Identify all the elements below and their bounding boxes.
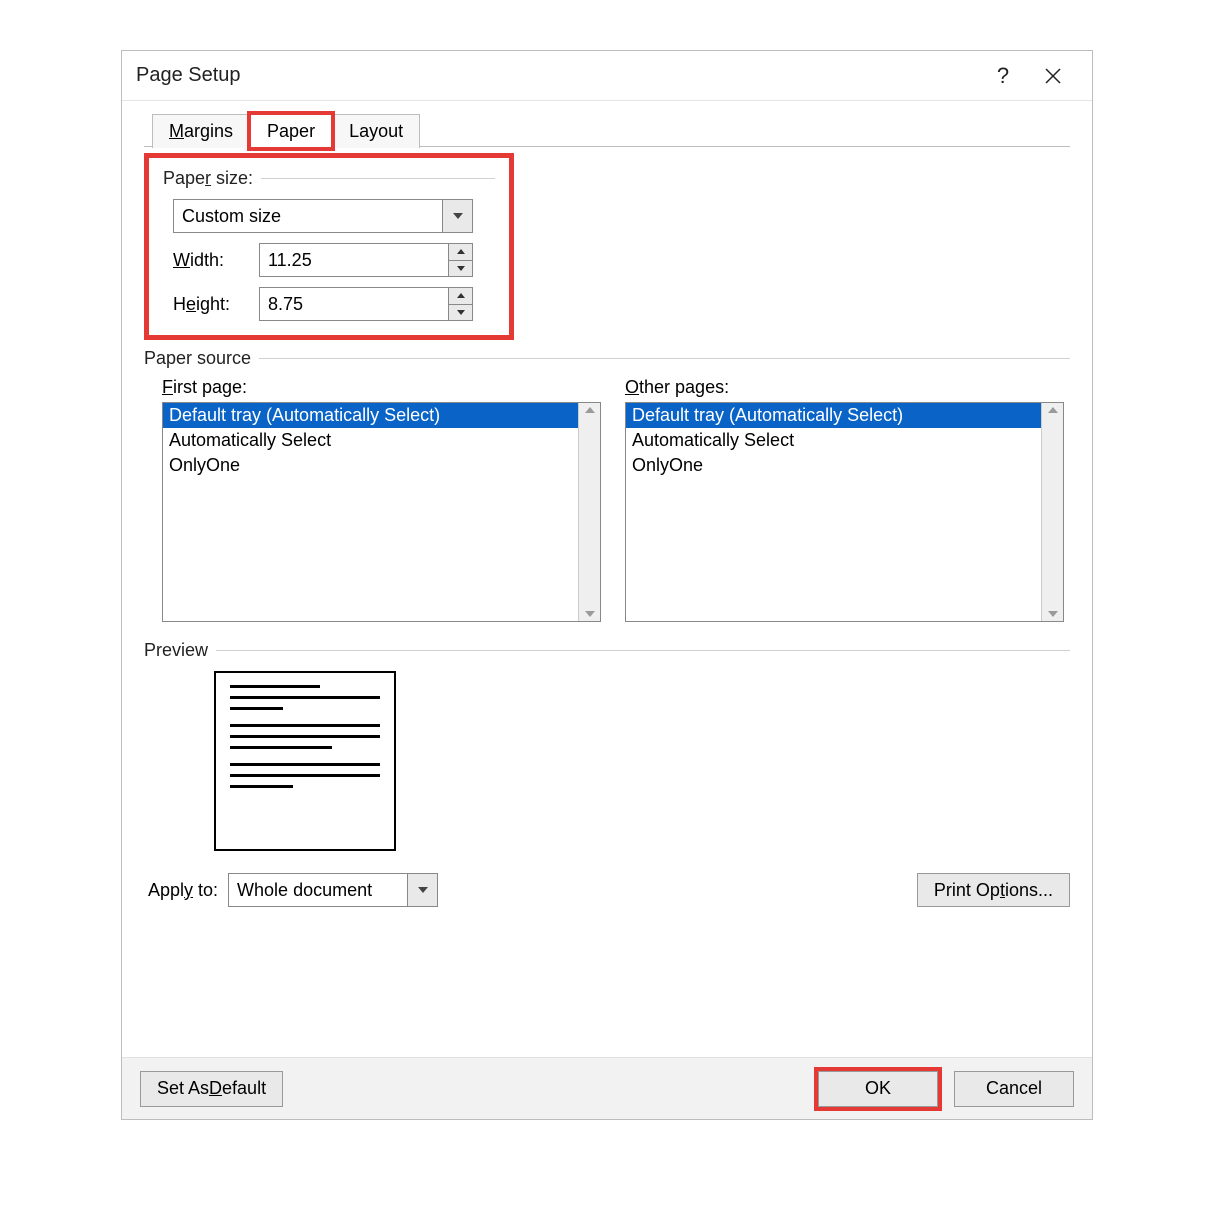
tab-paper[interactable]: Paper <box>250 114 332 148</box>
first-page-col: First page: Default tray (Automatically … <box>162 377 601 622</box>
width-label: Width: <box>173 250 259 271</box>
other-pages-scrollbar[interactable] <box>1041 403 1063 621</box>
paper-source-label-row: Paper source <box>144 348 1070 369</box>
width-spin-buttons <box>448 244 472 276</box>
other-pages-listbox[interactable]: Default tray (Automatically Select) Auto… <box>625 402 1064 622</box>
first-page-listbox[interactable]: Default tray (Automatically Select) Auto… <box>162 402 601 622</box>
scroll-up-icon <box>1048 407 1058 413</box>
width-spin-down[interactable] <box>449 261 472 277</box>
tab-layout[interactable]: Layout <box>332 114 420 148</box>
preview-label-row: Preview <box>144 640 1070 661</box>
scroll-down-icon <box>585 611 595 617</box>
preview-label: Preview <box>144 640 208 661</box>
apply-to-row: Apply to: Whole document Print Options..… <box>144 873 1070 907</box>
height-spin-up[interactable] <box>449 288 472 305</box>
list-item[interactable]: Default tray (Automatically Select) <box>163 403 578 428</box>
list-item[interactable]: OnlyOne <box>163 453 578 478</box>
apply-to-dropdown-button[interactable] <box>407 874 437 906</box>
cancel-button[interactable]: Cancel <box>954 1071 1074 1107</box>
triangle-down-icon <box>457 266 465 271</box>
print-options-button[interactable]: Print Options... <box>917 873 1070 907</box>
ok-button[interactable]: OK <box>818 1071 938 1107</box>
set-as-default-button[interactable]: Set As Default <box>140 1071 283 1107</box>
help-button[interactable]: ? <box>978 56 1028 96</box>
paper-source-label: Paper source <box>144 348 251 369</box>
other-pages-label: Other pages: <box>625 377 1064 398</box>
paper-size-dropdown-button[interactable] <box>442 200 472 232</box>
height-input[interactable]: 8.75 <box>259 287 473 321</box>
paper-source-group: Paper source First page: Default tray (A… <box>144 348 1070 622</box>
page-setup-dialog: Page Setup ? Margins Paper Layout Paper … <box>121 50 1093 1120</box>
scroll-up-icon <box>585 407 595 413</box>
paper-size-label: Paper size: <box>163 168 253 189</box>
triangle-up-icon <box>457 249 465 254</box>
close-icon <box>1044 67 1062 85</box>
apply-to-dropdown[interactable]: Whole document <box>228 873 438 907</box>
dialog-title: Page Setup <box>136 64 978 87</box>
list-item[interactable]: Default tray (Automatically Select) <box>626 403 1041 428</box>
list-item[interactable]: Automatically Select <box>163 428 578 453</box>
chevron-down-icon <box>453 213 463 219</box>
first-page-scrollbar[interactable] <box>578 403 600 621</box>
preview-thumbnail <box>214 671 396 851</box>
tab-margins[interactable]: Margins <box>152 114 250 148</box>
list-item[interactable]: Automatically Select <box>626 428 1041 453</box>
chevron-down-icon <box>418 887 428 893</box>
height-spin-buttons <box>448 288 472 320</box>
width-input[interactable]: 11.25 <box>259 243 473 277</box>
close-button[interactable] <box>1028 56 1078 96</box>
first-page-items: Default tray (Automatically Select) Auto… <box>163 403 578 621</box>
height-spin-down[interactable] <box>449 305 472 321</box>
first-page-label: First page: <box>162 377 601 398</box>
height-value: 8.75 <box>260 288 448 320</box>
paper-size-dropdown[interactable]: Custom size <box>173 199 473 233</box>
scroll-down-icon <box>1048 611 1058 617</box>
other-pages-col: Other pages: Default tray (Automatically… <box>625 377 1064 622</box>
other-pages-items: Default tray (Automatically Select) Auto… <box>626 403 1041 621</box>
preview-group: Preview <box>144 640 1070 851</box>
triangle-down-icon <box>457 310 465 315</box>
apply-to-value: Whole document <box>229 880 407 901</box>
list-item[interactable]: OnlyOne <box>626 453 1041 478</box>
width-spin-up[interactable] <box>449 244 472 261</box>
paper-size-value: Custom size <box>174 206 442 227</box>
width-value: 11.25 <box>260 244 448 276</box>
apply-to-label: Apply to: <box>148 880 218 901</box>
tabs: Margins Paper Layout <box>152 113 1070 147</box>
paper-size-group: Paper size: Custom size Width: 11.25 Hei <box>144 153 514 340</box>
titlebar: Page Setup ? <box>122 51 1092 101</box>
triangle-up-icon <box>457 293 465 298</box>
paper-size-label-row: Paper size: <box>163 168 495 189</box>
height-label: Height: <box>173 294 259 315</box>
dialog-content: Margins Paper Layout Paper size: Custom … <box>122 101 1092 1057</box>
dialog-footer: Set As Default OK Cancel <box>122 1057 1092 1119</box>
